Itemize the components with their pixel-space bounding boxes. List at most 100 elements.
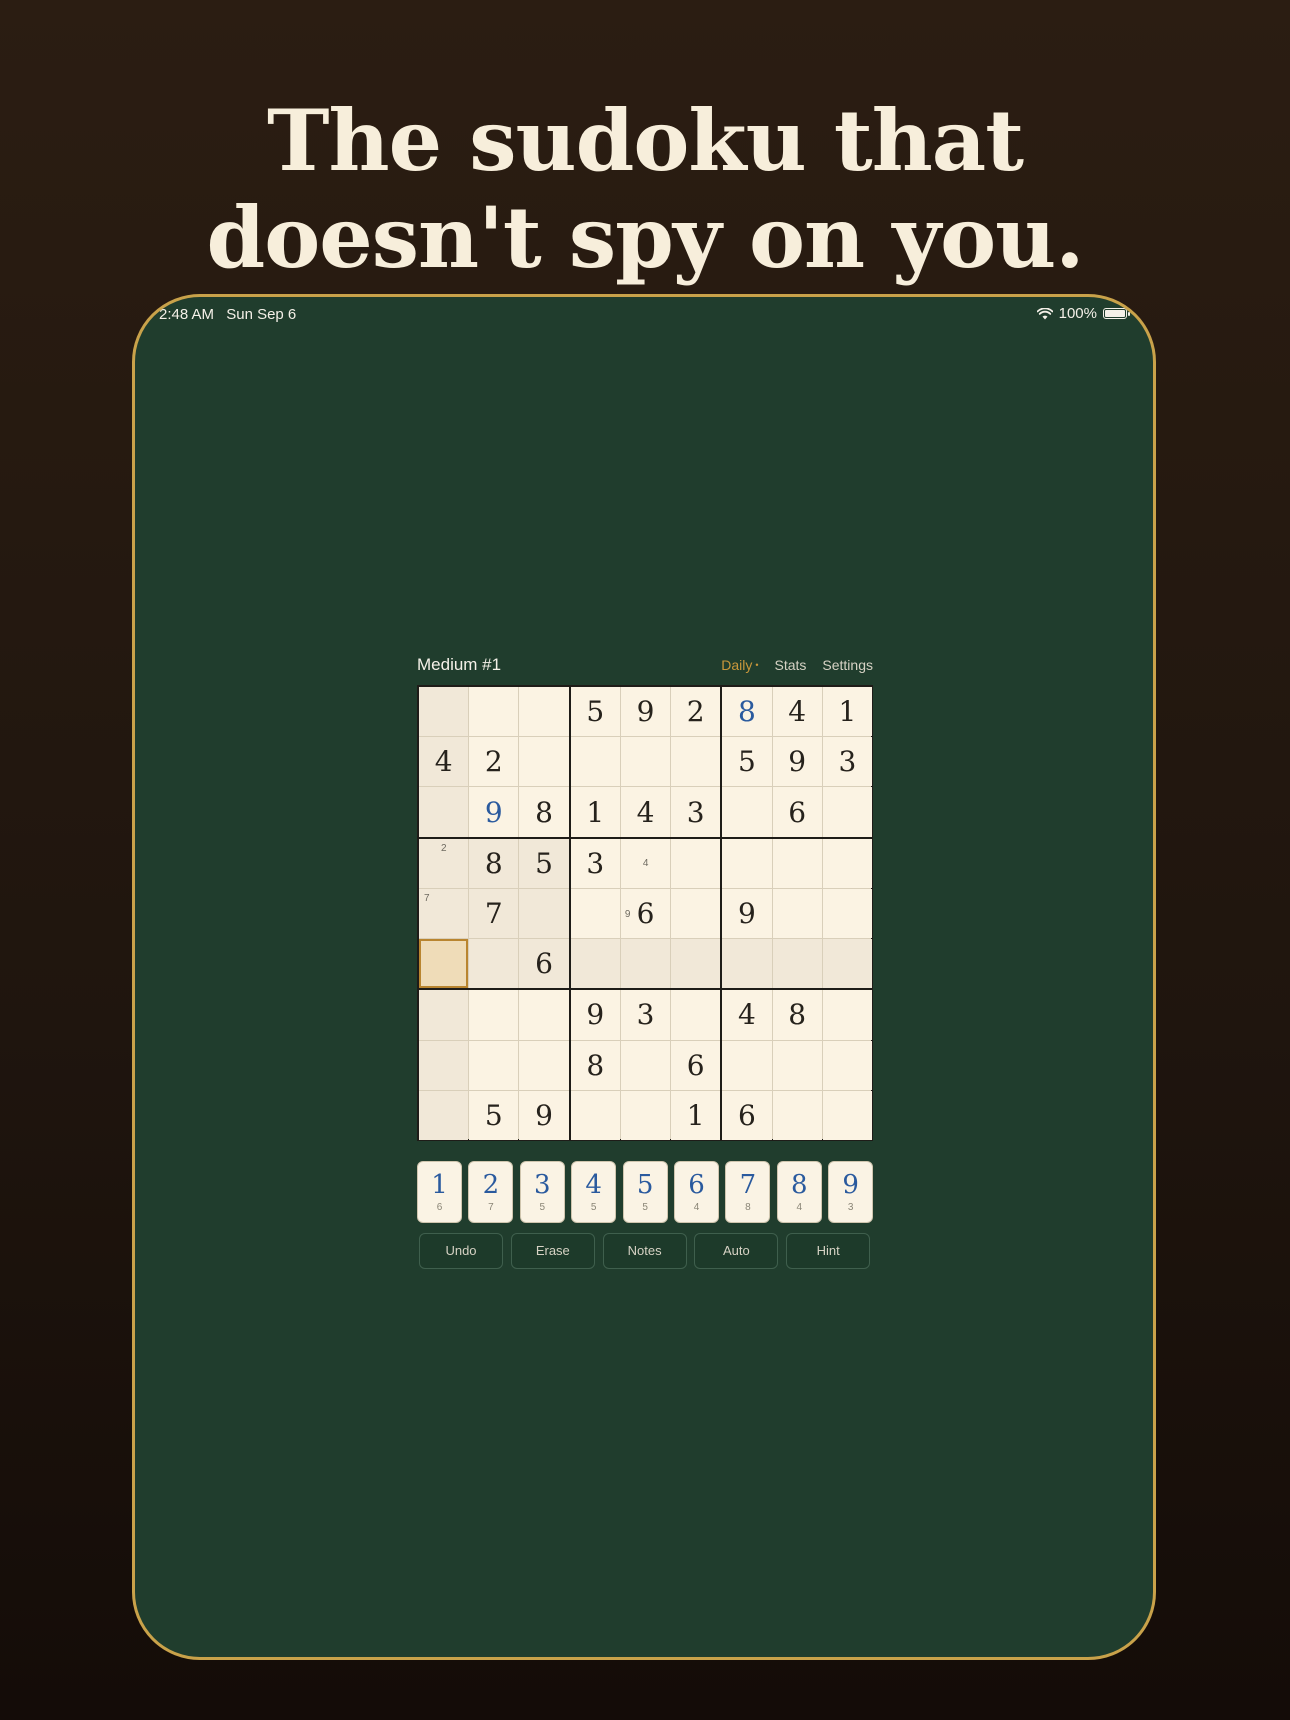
undo-button[interactable]: Undo — [419, 1233, 503, 1269]
board-cell[interactable]: 5 — [570, 687, 620, 737]
board-cell[interactable] — [822, 1090, 872, 1140]
board-cell[interactable] — [722, 838, 772, 888]
board-cell[interactable]: 9 — [722, 888, 772, 939]
board-cell[interactable] — [620, 939, 671, 989]
board-cell[interactable] — [469, 1040, 519, 1090]
board-cell[interactable]: 9 — [570, 990, 620, 1040]
stats-link[interactable]: Stats — [775, 657, 807, 673]
board-cell[interactable] — [822, 838, 872, 888]
board-cell[interactable]: 5 — [722, 737, 772, 787]
board-cell[interactable] — [772, 838, 822, 888]
board-cell[interactable] — [671, 888, 721, 939]
notes-button[interactable]: Notes — [602, 1233, 687, 1269]
board-cell[interactable]: 6 — [722, 1090, 772, 1140]
board-cell[interactable]: 9 — [469, 787, 519, 837]
board-cell[interactable] — [671, 838, 721, 888]
board-cell[interactable] — [671, 990, 721, 1040]
board-cell[interactable]: 8 — [469, 838, 519, 888]
board-cell[interactable]: 4 — [419, 737, 469, 787]
board-cell[interactable] — [822, 939, 872, 989]
board-cell[interactable]: 7 — [469, 888, 519, 939]
board-cell[interactable] — [822, 1040, 872, 1090]
board-cell[interactable] — [419, 1090, 469, 1140]
board-cell[interactable] — [469, 939, 519, 989]
number-key-7[interactable]: 78 — [725, 1161, 771, 1223]
board-cell[interactable] — [519, 1040, 569, 1090]
board-cell[interactable]: 5 — [519, 838, 569, 888]
board-cell[interactable] — [519, 990, 569, 1040]
number-key-6[interactable]: 64 — [674, 1161, 719, 1223]
board-cell[interactable]: 6 — [519, 939, 569, 989]
hint-button[interactable]: Hint — [786, 1233, 871, 1269]
board-cell[interactable] — [772, 888, 822, 939]
board-cell[interactable]: 6 — [671, 1040, 721, 1090]
board-cell[interactable] — [822, 888, 872, 939]
board-cell[interactable] — [419, 687, 469, 737]
board-cell[interactable]: 7 — [419, 888, 469, 939]
board-cell[interactable]: 2 — [671, 687, 721, 737]
board-cell[interactable] — [570, 888, 620, 939]
board-cell[interactable]: 3 — [620, 990, 671, 1040]
auto-button[interactable]: Auto — [694, 1233, 779, 1269]
board-cell[interactable] — [620, 1090, 671, 1140]
board-cell[interactable]: 8 — [519, 787, 569, 837]
board-cell[interactable] — [722, 939, 772, 989]
board-cell[interactable] — [519, 888, 569, 939]
board-cell[interactable] — [419, 1040, 469, 1090]
board-cell[interactable] — [671, 939, 721, 989]
board-cell[interactable] — [772, 1090, 822, 1140]
board-cell[interactable]: 6 — [772, 787, 822, 837]
number-key-9[interactable]: 93 — [828, 1161, 874, 1223]
board-cell[interactable] — [620, 1040, 671, 1090]
board-cell[interactable] — [469, 687, 519, 737]
number-key-8[interactable]: 84 — [776, 1161, 822, 1223]
board-cell[interactable] — [722, 1040, 772, 1090]
settings-link[interactable]: Settings — [822, 657, 873, 673]
board-cell[interactable]: 5 — [469, 1090, 519, 1140]
board-cell[interactable]: 2 — [469, 737, 519, 787]
board-cell[interactable] — [822, 787, 872, 837]
number-key-2[interactable]: 27 — [468, 1161, 514, 1223]
board-cell[interactable]: 4 — [620, 787, 671, 837]
board-cell[interactable]: 3 — [822, 737, 872, 787]
board-cell[interactable] — [570, 1090, 620, 1140]
board-cell[interactable]: 69 — [620, 888, 671, 939]
daily-link[interactable]: Daily • — [721, 657, 758, 673]
board-cell[interactable] — [772, 939, 822, 989]
number-key-1[interactable]: 16 — [417, 1161, 462, 1223]
erase-button[interactable]: Erase — [510, 1233, 595, 1269]
board-cell[interactable] — [772, 1040, 822, 1090]
board-cell[interactable] — [722, 787, 772, 837]
board-cell[interactable]: 8 — [570, 1040, 620, 1090]
sudoku-board: 59284142593981436285347769969348865916 — [417, 685, 873, 1141]
board-cell[interactable] — [570, 939, 620, 989]
board-cell[interactable] — [469, 990, 519, 1040]
board-cell[interactable]: 3 — [671, 787, 721, 837]
board-cell[interactable] — [419, 990, 469, 1040]
board-cell[interactable]: 1 — [671, 1090, 721, 1140]
number-key-3[interactable]: 35 — [519, 1161, 565, 1223]
board-cell[interactable]: 8 — [722, 687, 772, 737]
board-cell[interactable] — [570, 737, 620, 787]
number-key-4[interactable]: 45 — [571, 1161, 617, 1223]
board-cell[interactable]: 9 — [620, 687, 671, 737]
board-cell[interactable] — [822, 990, 872, 1040]
board-cell[interactable]: 8 — [772, 990, 822, 1040]
board-cell[interactable] — [519, 687, 569, 737]
board-cell[interactable] — [519, 737, 569, 787]
board-cell[interactable]: 4 — [722, 990, 772, 1040]
number-key-5[interactable]: 55 — [622, 1161, 668, 1223]
board-cell[interactable]: 1 — [822, 687, 872, 737]
board-cell[interactable]: 1 — [570, 787, 620, 837]
board-cell[interactable]: 4 — [620, 838, 671, 888]
board-cell[interactable]: 9 — [772, 737, 822, 787]
board-cell[interactable] — [671, 737, 721, 787]
board-cell[interactable]: 9 — [519, 1090, 569, 1140]
key-remaining-count: 5 — [642, 1202, 648, 1213]
board-cell[interactable] — [419, 939, 469, 989]
board-cell[interactable] — [620, 737, 671, 787]
board-cell[interactable]: 4 — [772, 687, 822, 737]
board-cell[interactable]: 2 — [419, 838, 469, 888]
board-cell[interactable] — [419, 787, 469, 837]
board-cell[interactable]: 3 — [570, 838, 620, 888]
